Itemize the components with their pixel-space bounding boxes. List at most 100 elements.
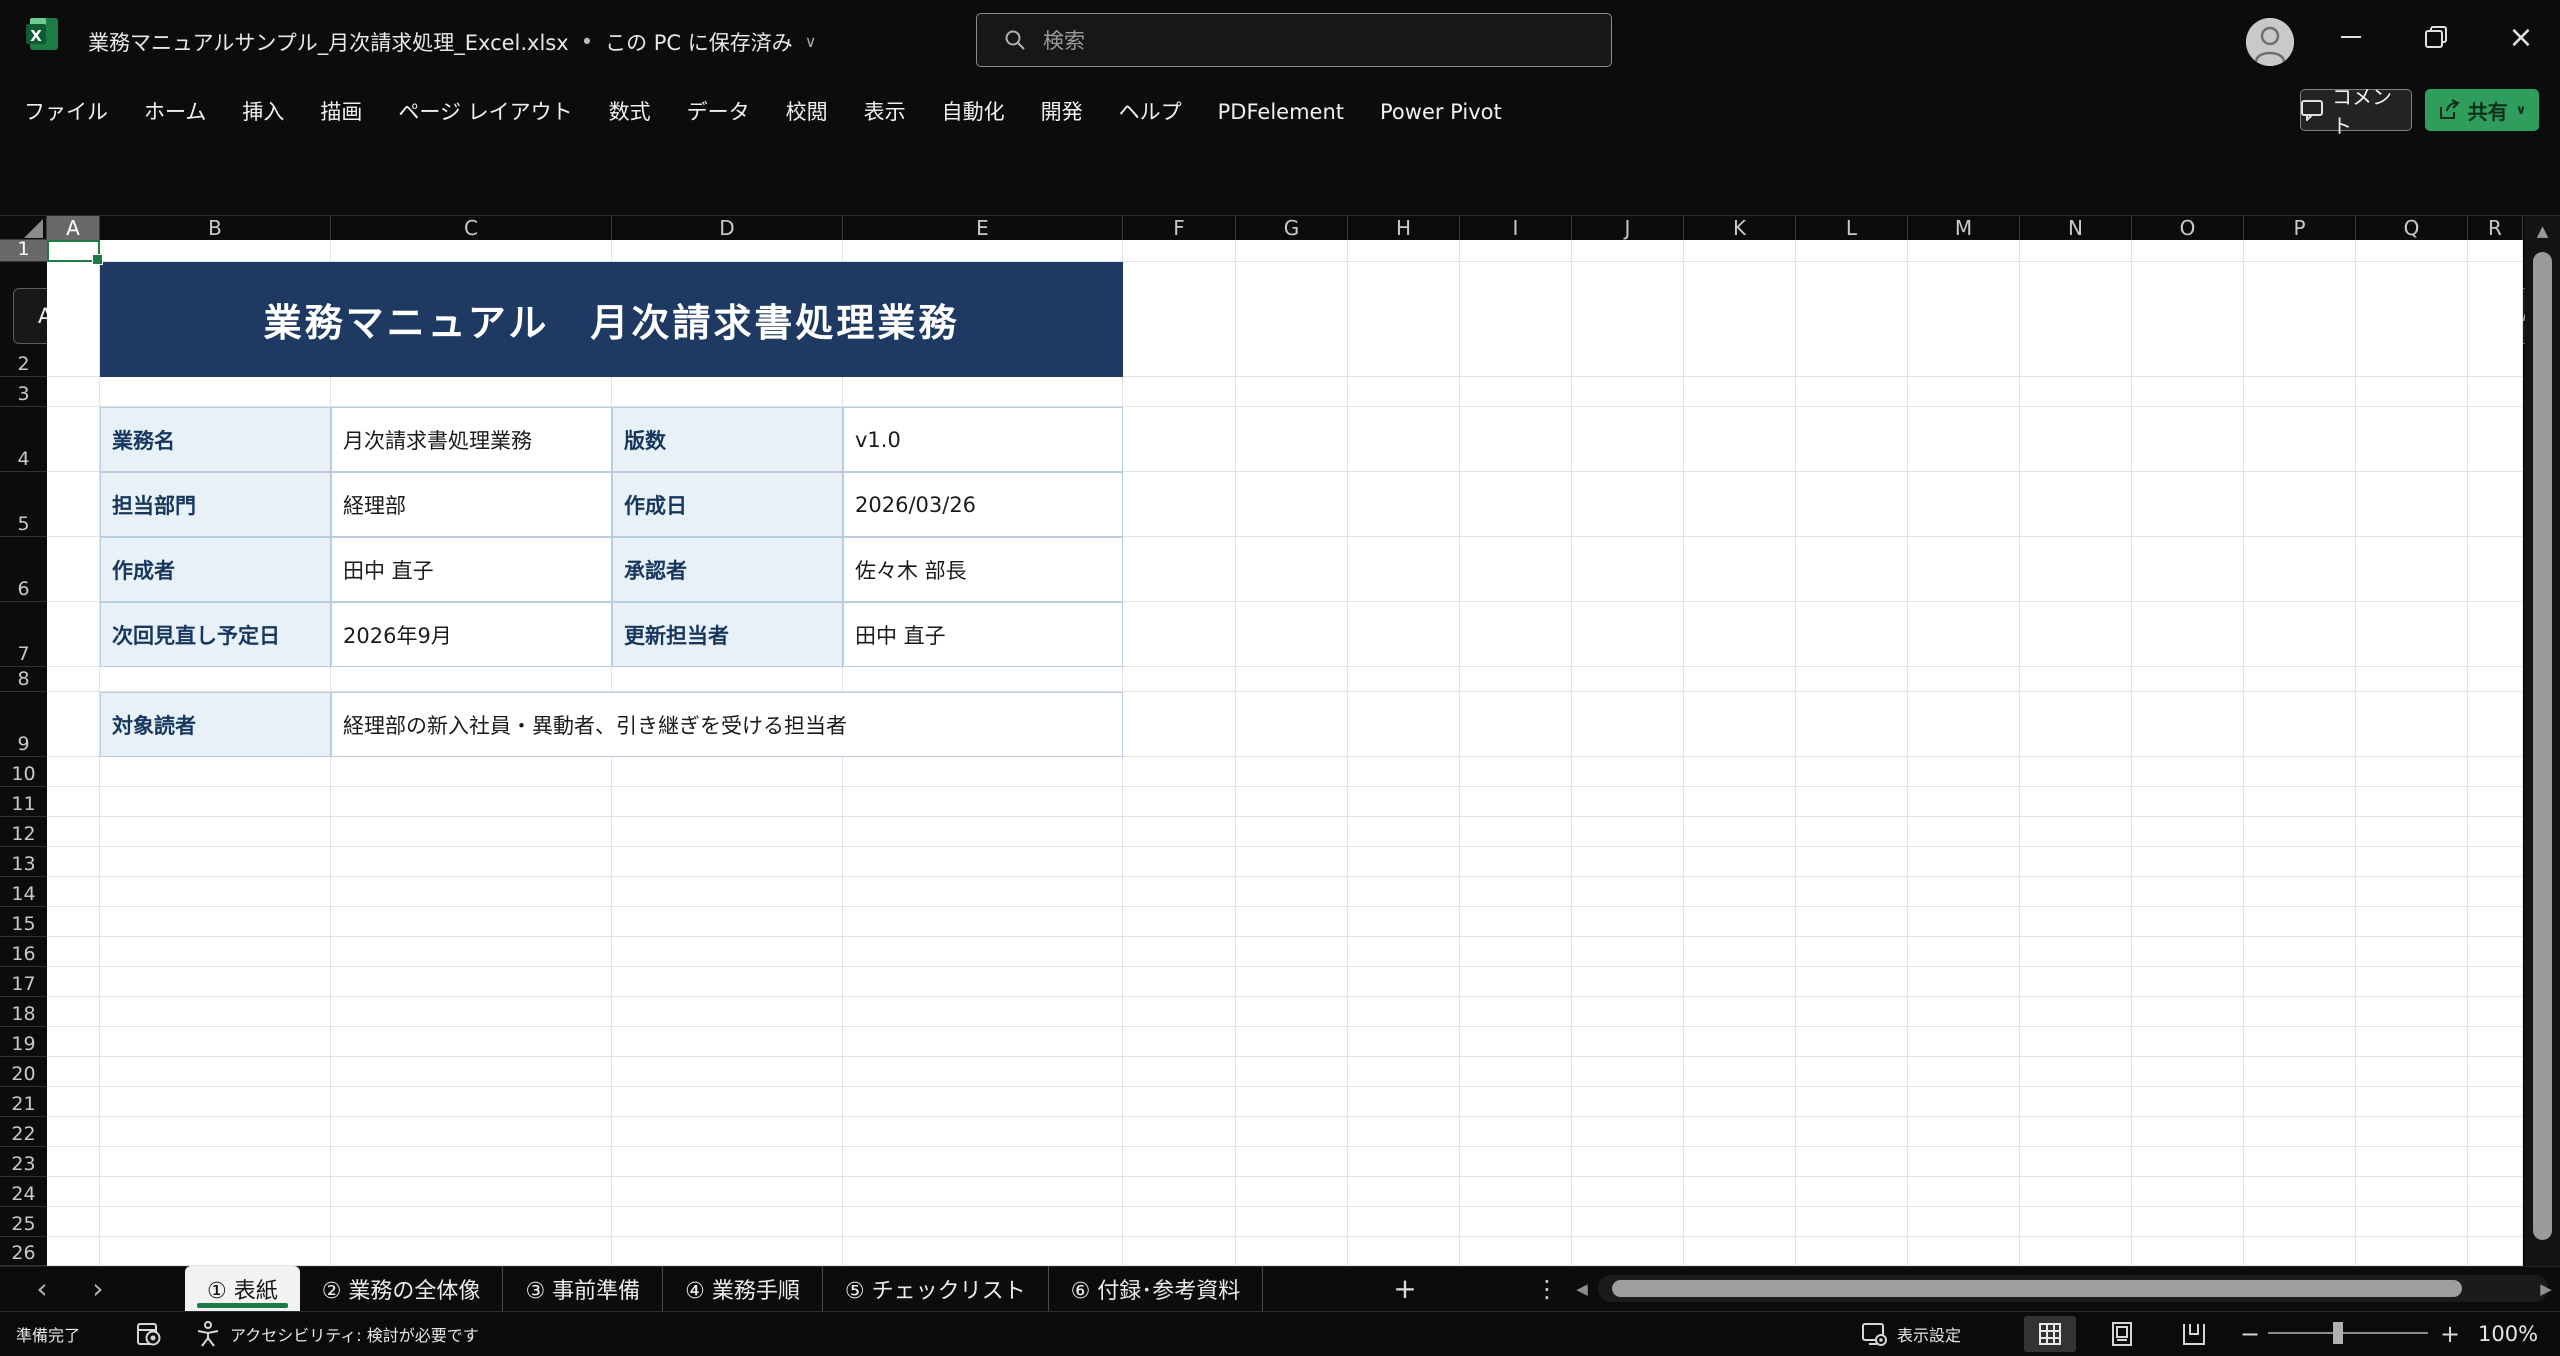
row-header-12[interactable]: 12 — [0, 817, 47, 847]
column-header-N[interactable]: N — [2020, 216, 2132, 240]
fill-handle[interactable] — [92, 254, 103, 265]
row-header-10[interactable]: 10 — [0, 757, 47, 787]
row-header-21[interactable]: 21 — [0, 1087, 47, 1117]
close-button[interactable]: × — [2491, 0, 2551, 74]
column-header-H[interactable]: H — [1348, 216, 1460, 240]
share-button[interactable]: 共有 ∨ — [2425, 89, 2539, 131]
row-header-5[interactable]: 5 — [0, 472, 47, 537]
selected-cell-outline[interactable] — [47, 240, 100, 262]
ribbon-tab-9[interactable]: 表示 — [846, 84, 924, 140]
info-value-cell[interactable]: v1.0 — [843, 407, 1123, 472]
next-sheet-button[interactable]: › — [78, 1266, 118, 1311]
info-value-cell[interactable]: 2026/03/26 — [843, 472, 1123, 537]
zoom-level[interactable]: 100% — [2478, 1311, 2538, 1356]
row-header-24[interactable]: 24 — [0, 1177, 47, 1207]
search-input[interactable]: 検索 — [976, 13, 1612, 67]
column-header-G[interactable]: G — [1236, 216, 1348, 240]
ribbon-tab-7[interactable]: データ — [669, 84, 768, 140]
info-label-cell[interactable]: 作成日 — [612, 472, 843, 537]
zoom-in-button[interactable]: + — [2440, 1311, 2460, 1356]
ribbon-tab-13[interactable]: PDFelement — [1200, 84, 1362, 140]
info-value-cell[interactable]: 田中 直子 — [331, 537, 612, 602]
horizontal-scrollbar-thumb[interactable] — [1612, 1280, 2462, 1297]
row-header-15[interactable]: 15 — [0, 907, 47, 937]
sheet-tab-6[interactable]: ⑥ 付録･参考資料 — [1049, 1266, 1264, 1311]
page-break-view-button[interactable] — [2168, 1316, 2220, 1352]
info-value-cell[interactable]: 田中 直子 — [843, 602, 1123, 667]
row-header-9[interactable]: 9 — [0, 692, 47, 757]
page-layout-view-button[interactable] — [2096, 1316, 2148, 1352]
accessibility-status[interactable]: アクセシビリティ: 検討が必要です — [196, 1311, 479, 1356]
display-settings-button[interactable]: 表示設定 — [1862, 1311, 1961, 1356]
info-label-cell[interactable]: 更新担当者 — [612, 602, 843, 667]
row-header-13[interactable]: 13 — [0, 847, 47, 877]
normal-view-button[interactable] — [2024, 1316, 2076, 1352]
row-header-8[interactable]: 8 — [0, 667, 47, 692]
row-header-17[interactable]: 17 — [0, 967, 47, 997]
ribbon-tab-2[interactable]: ホーム — [126, 84, 224, 140]
scroll-right-arrow-icon[interactable]: ▶ — [2532, 1266, 2560, 1311]
column-header-C[interactable]: C — [331, 216, 612, 240]
add-sheet-button[interactable]: + — [1385, 1266, 1425, 1311]
ribbon-tab-14[interactable]: Power Pivot — [1362, 84, 1520, 140]
audience-value-cell[interactable]: 経理部の新入社員・異動者、引き継ぎを受ける担当者 — [331, 692, 1123, 757]
column-header-J[interactable]: J — [1572, 216, 1684, 240]
ribbon-tab-12[interactable]: ヘルプ — [1101, 84, 1200, 140]
row-header-3[interactable]: 3 — [0, 377, 47, 407]
document-title-group[interactable]: 業務マニュアルサンプル_月次請求処理_Excel.xlsx • この PC に保… — [88, 0, 816, 84]
zoom-slider-track[interactable] — [2268, 1332, 2428, 1334]
column-header-B[interactable]: B — [100, 216, 331, 240]
info-label-cell[interactable]: 担当部門 — [100, 472, 331, 537]
row-header-1[interactable]: 1 — [0, 240, 47, 262]
column-header-Q[interactable]: Q — [2356, 216, 2468, 240]
title-banner-cell[interactable]: 業務マニュアル 月次請求書処理業務 — [100, 262, 1123, 377]
prev-sheet-button[interactable]: ‹ — [22, 1266, 62, 1311]
row-header-14[interactable]: 14 — [0, 877, 47, 907]
row-header-25[interactable]: 25 — [0, 1207, 47, 1237]
column-header-E[interactable]: E — [843, 216, 1123, 240]
avatar[interactable] — [2246, 18, 2294, 66]
ribbon-tab-6[interactable]: 数式 — [591, 84, 669, 140]
maximize-button[interactable] — [2406, 0, 2466, 74]
scroll-up-arrow-icon[interactable]: ▲ — [2529, 218, 2556, 244]
column-header-O[interactable]: O — [2132, 216, 2244, 240]
minimize-button[interactable] — [2321, 0, 2381, 74]
status-mode[interactable]: 準備完了 — [16, 1311, 80, 1356]
ribbon-tab-4[interactable]: 描画 — [302, 84, 380, 140]
macro-record-icon[interactable] — [136, 1311, 162, 1356]
ribbon-tab-10[interactable]: 自動化 — [924, 84, 1023, 140]
row-header-2[interactable]: 2 — [0, 262, 47, 377]
sheet-tab-5[interactable]: ⑤ チェックリスト — [823, 1266, 1049, 1311]
row-header-19[interactable]: 19 — [0, 1027, 47, 1057]
info-value-cell[interactable]: 経理部 — [331, 472, 612, 537]
ribbon-tab-8[interactable]: 校閲 — [768, 84, 846, 140]
column-header-D[interactable]: D — [612, 216, 843, 240]
column-header-L[interactable]: L — [1796, 216, 1908, 240]
row-header-26[interactable]: 26 — [0, 1237, 47, 1266]
sheet-tab-more-button[interactable]: ⋮ — [1532, 1266, 1562, 1311]
sheet-tab-3[interactable]: ③ 事前準備 — [503, 1266, 663, 1311]
column-header-M[interactable]: M — [1908, 216, 2020, 240]
ribbon-tab-1[interactable]: ファイル — [6, 84, 126, 140]
row-header-16[interactable]: 16 — [0, 937, 47, 967]
audience-label-cell[interactable]: 対象読者 — [100, 692, 331, 757]
sheet-tab-1[interactable]: ① 表紙 — [185, 1266, 300, 1311]
scroll-left-arrow-icon[interactable]: ◀ — [1568, 1266, 1596, 1311]
column-header-P[interactable]: P — [2244, 216, 2356, 240]
column-header-K[interactable]: K — [1684, 216, 1796, 240]
column-header-A[interactable]: A — [47, 216, 100, 240]
row-header-22[interactable]: 22 — [0, 1117, 47, 1147]
row-header-11[interactable]: 11 — [0, 787, 47, 817]
zoom-out-button[interactable]: − — [2240, 1311, 2260, 1356]
column-header-F[interactable]: F — [1123, 216, 1236, 240]
sheet-tab-4[interactable]: ④ 業務手順 — [663, 1266, 823, 1311]
ribbon-tab-3[interactable]: 挿入 — [224, 84, 302, 140]
info-value-cell[interactable]: 佐々木 部長 — [843, 537, 1123, 602]
info-label-cell[interactable]: 作成者 — [100, 537, 331, 602]
row-header-4[interactable]: 4 — [0, 407, 47, 472]
info-value-cell[interactable]: 月次請求書処理業務 — [331, 407, 612, 472]
row-header-23[interactable]: 23 — [0, 1147, 47, 1177]
comments-button[interactable]: コメント — [2300, 89, 2412, 131]
info-value-cell[interactable]: 2026年9月 — [331, 602, 612, 667]
info-label-cell[interactable]: 次回見直し予定日 — [100, 602, 331, 667]
